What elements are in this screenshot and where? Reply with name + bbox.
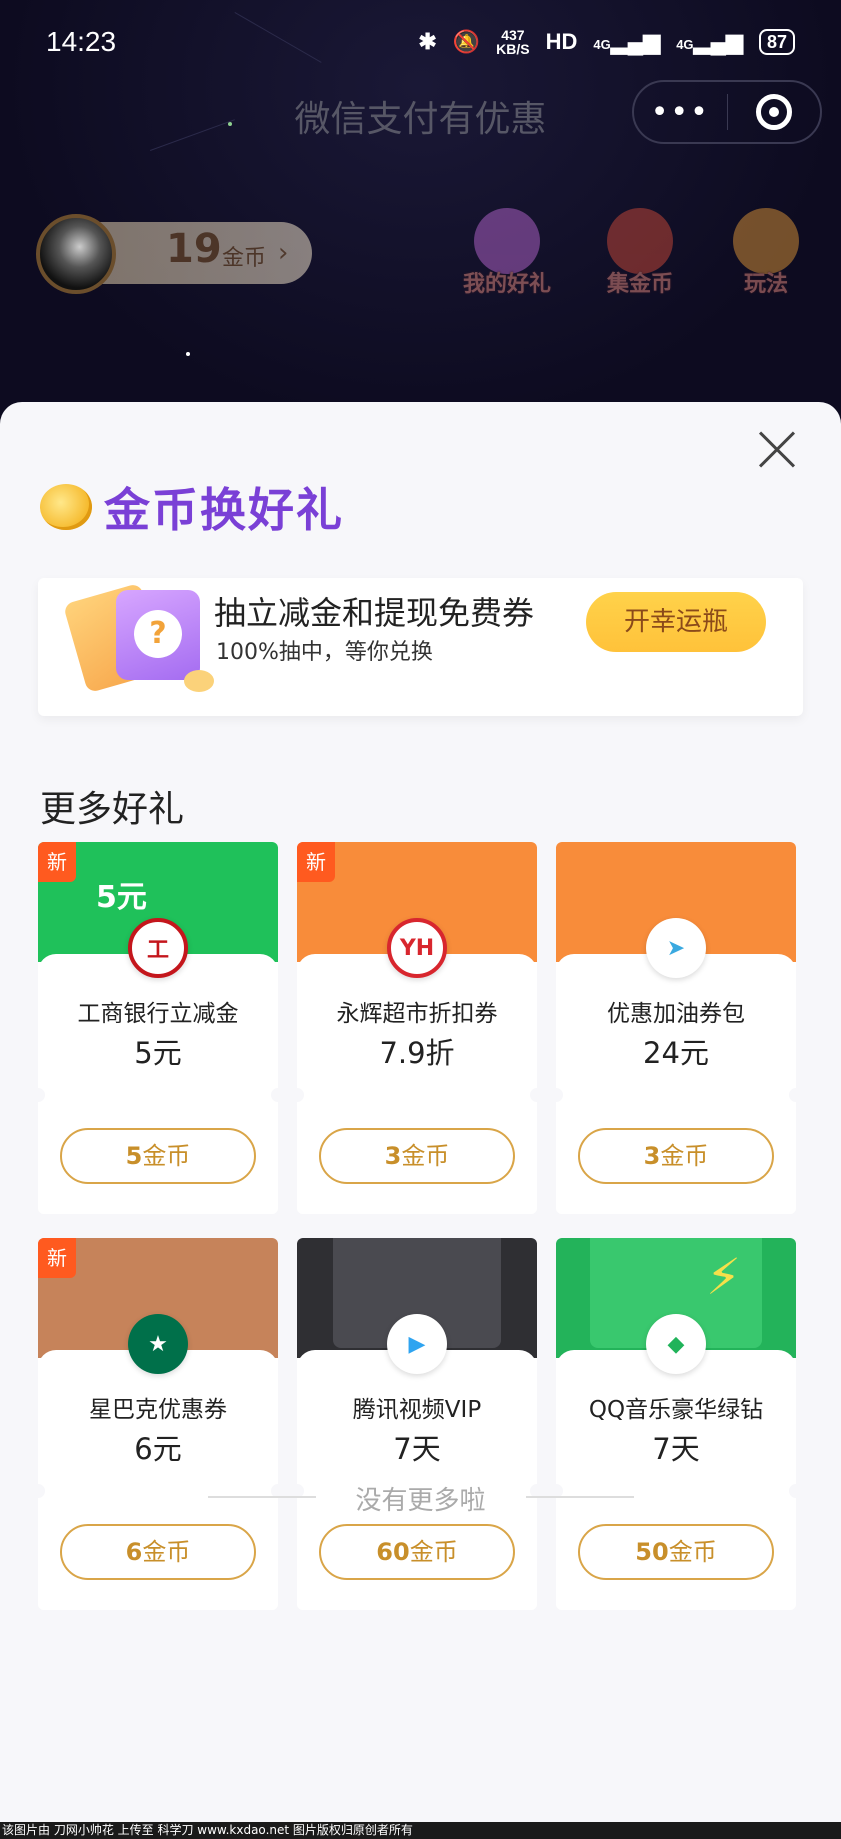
new-badge: 新 [38, 842, 76, 882]
rules-icon [733, 208, 799, 274]
target-icon [755, 94, 792, 130]
gift-value: 6元 [134, 1432, 182, 1466]
rules-button[interactable]: 玩法 [711, 208, 821, 298]
gift-name: 工商银行立减金 [77, 1001, 239, 1027]
gift-value: 7天 [393, 1432, 441, 1466]
gift-value: 7天 [652, 1432, 700, 1466]
rules-label: 玩法 [743, 272, 788, 297]
net-speed: 437 KB/S [496, 27, 530, 57]
close-mini-program-button[interactable] [728, 94, 821, 130]
yonghui-logo-icon: YH [387, 918, 447, 978]
status-icons: ✱ 🔕 437 KB/S HD 4G▂▄▆ 4G▂▄▆ 87 [418, 28, 795, 56]
collect-coins-label: 集金币 [606, 272, 673, 297]
icbc-logo-icon: 工 [128, 918, 188, 978]
signal-icon: 4G▂▄▆ [593, 29, 661, 54]
my-gifts-button[interactable]: 我的好礼 [452, 208, 562, 298]
open-lucky-bottle-button[interactable]: 开幸运瓶 [586, 592, 766, 652]
gift-card[interactable]: ⚡ ◆ QQ音乐豪华绿钻 7天 50金币 [556, 1238, 796, 1610]
my-gifts-label: 我的好礼 [462, 272, 551, 297]
redeem-button[interactable]: 6金币 [60, 1524, 256, 1580]
hd-indicator: HD [545, 29, 578, 54]
coin-balance: 19 [166, 226, 222, 272]
starbucks-logo-icon: ★ [128, 1314, 188, 1374]
gift-card[interactable]: 新 YH 永辉超市折扣券 7.9折 3金币 [297, 842, 537, 1214]
mute-icon: 🔕 [452, 29, 481, 54]
redeem-button[interactable]: 50金币 [578, 1524, 774, 1580]
qq-music-diamond-icon: ◆ [646, 1314, 706, 1374]
redeem-button[interactable]: 3金币 [578, 1128, 774, 1184]
collect-coins-button[interactable]: 集金币 [585, 208, 695, 298]
lightning-icon: ⚡ [706, 1248, 742, 1306]
gift-value: 7.9折 [379, 1036, 455, 1070]
new-badge: 新 [297, 842, 335, 882]
sheet-header: 金币换好礼 [40, 474, 344, 540]
more-menu-button[interactable]: ••• [634, 95, 727, 130]
battery-icon: 87 [758, 29, 795, 55]
watermark-text: 该图片由 刀网小帅花 上传至 科学刀 www.kxdao.net 图片版权归原创… [0, 1822, 841, 1839]
signal-icon: 4G▂▄▆ [676, 29, 743, 54]
gift-value: 5元 [134, 1036, 182, 1070]
lucky-subtitle: 100%抽中，等你兑换 [216, 640, 433, 665]
redeem-button[interactable]: 5金币 [60, 1128, 256, 1184]
exchange-sheet: 金币换好礼 ? 抽立减金和提现免费券 100%抽中，等你兑换 开幸运瓶 更多好礼… [0, 402, 841, 1839]
avatar [36, 214, 116, 294]
gold-coin-icon [40, 484, 92, 530]
redeem-button[interactable]: 3金币 [319, 1128, 515, 1184]
chevron-right-icon: › [278, 238, 289, 268]
gift-name: 腾讯视频VIP [352, 1397, 482, 1423]
gift-name: QQ音乐豪华绿钻 [588, 1397, 764, 1423]
fuel-logo-icon: ➤ [646, 918, 706, 978]
gift-card[interactable]: 5元 新 工 工商银行立减金 5元 5金币 [38, 842, 278, 1214]
lucky-title: 抽立减金和提现免费券 [214, 594, 535, 632]
gift-name: 星巴克优惠券 [89, 1397, 227, 1423]
mini-program-capsule: ••• [632, 80, 822, 144]
gift-name: 优惠加油券包 [607, 1001, 745, 1027]
status-bar: 14:23 ✱ 🔕 437 KB/S HD 4G▂▄▆ 4G▂▄▆ 87 [0, 0, 841, 88]
task-list-icon [607, 208, 673, 274]
gift-card[interactable]: ▶ 腾讯视频VIP 7天 60金币 [297, 1238, 537, 1610]
close-icon[interactable] [757, 430, 797, 470]
sheet-title: 金币换好礼 [104, 483, 344, 537]
section-title: 更多好礼 [40, 789, 185, 830]
gift-icon [474, 208, 540, 274]
gift-card[interactable]: 新 ★ 星巴克优惠券 6元 6金币 [38, 1238, 278, 1610]
lucky-bottle-card[interactable]: ? 抽立减金和提现免费券 100%抽中，等你兑换 开幸运瓶 [38, 578, 803, 716]
redeem-button[interactable]: 60金币 [319, 1524, 515, 1580]
coin-unit: 金币 [222, 246, 267, 271]
tencent-video-logo-icon: ▶ [387, 1314, 447, 1374]
gift-value: 24元 [643, 1036, 709, 1070]
status-time: 14:23 [46, 26, 117, 57]
gift-card[interactable]: ➤ 优惠加油券包 24元 3金币 [556, 842, 796, 1214]
question-icon: ? [134, 610, 182, 658]
star-decoration [186, 352, 190, 356]
banner-amount: 5元 [96, 880, 147, 915]
bluetooth-icon: ✱ [418, 29, 437, 54]
list-end-text: 没有更多啦 [0, 1480, 841, 1517]
lucky-bottle-illustration: ? [62, 582, 218, 694]
gift-name: 永辉超市折扣券 [336, 1001, 498, 1027]
new-badge: 新 [38, 1238, 76, 1278]
